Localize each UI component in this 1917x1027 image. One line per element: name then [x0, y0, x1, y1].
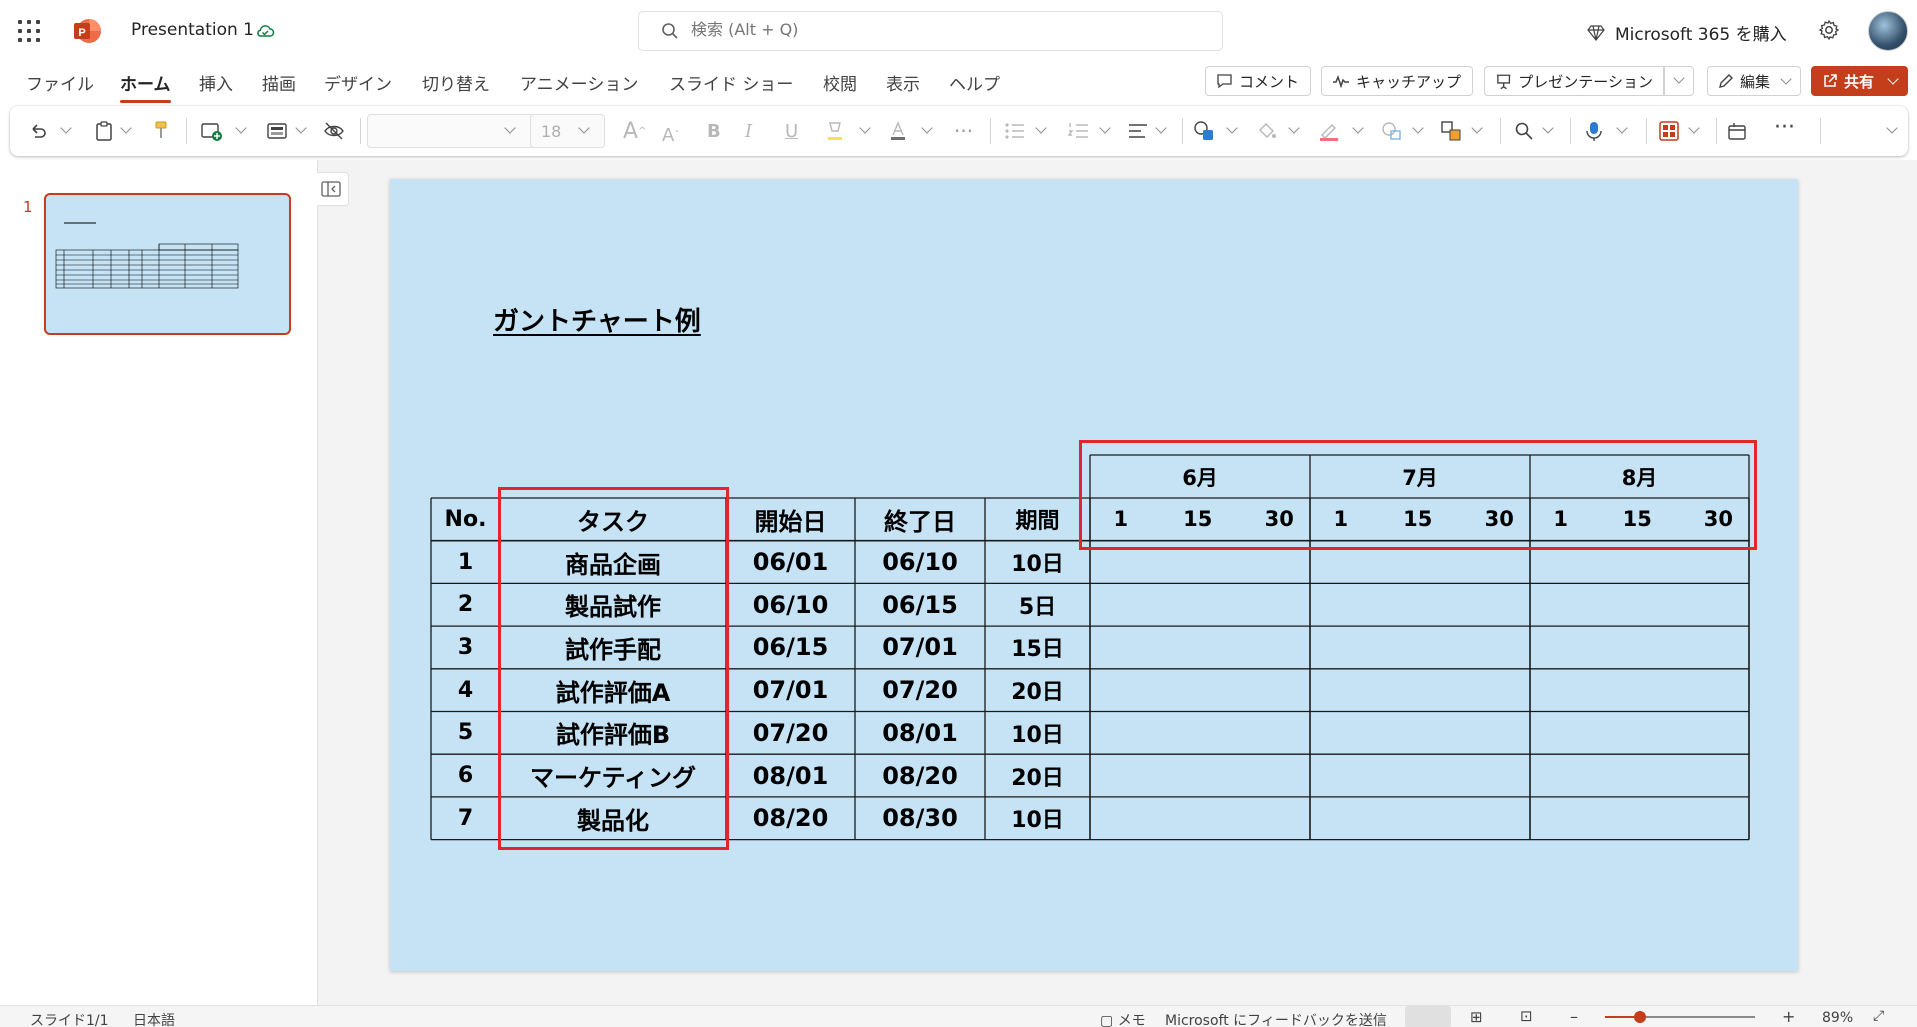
row-no-cell[interactable]: 2: [431, 583, 500, 626]
task-column-highlight-box: [498, 487, 729, 850]
header-end-date-cell[interactable]: 終了日: [855, 498, 985, 541]
notes-button[interactable]: ▢ メモ: [1100, 1010, 1146, 1027]
row-no-cell[interactable]: 1: [431, 541, 500, 584]
row-no-cell[interactable]: 5: [431, 712, 500, 755]
row-end-date-cell[interactable]: 08/20: [855, 754, 985, 797]
zoom-slider-thumb[interactable]: [1634, 1011, 1646, 1023]
row-duration-cell[interactable]: 10日: [985, 797, 1090, 840]
header-start-date-cell[interactable]: 開始日: [726, 498, 855, 541]
row-end-date-cell[interactable]: 07/01: [855, 626, 985, 669]
row-start-date-cell[interactable]: 07/01: [726, 669, 855, 712]
notes-label: メモ: [1117, 1013, 1146, 1027]
header-duration-cell[interactable]: 期間: [985, 498, 1090, 541]
row-no-cell[interactable]: 6: [431, 754, 500, 797]
row-duration-cell[interactable]: 20日: [985, 669, 1090, 712]
row-no-cell[interactable]: 4: [431, 669, 500, 712]
language-indicator[interactable]: 日本語: [133, 1010, 175, 1027]
header-no-cell[interactable]: No.: [431, 498, 500, 541]
row-start-date-cell[interactable]: 06/15: [726, 626, 855, 669]
row-end-date-cell[interactable]: 06/10: [855, 541, 985, 584]
zoom-in-icon[interactable]: +: [1782, 1007, 1795, 1026]
powerpoint-window: P Presentation 1 Microsoft 365 を購入: [0, 0, 1917, 1027]
row-start-date-cell[interactable]: 07/20: [726, 712, 855, 755]
row-duration-cell[interactable]: 10日: [985, 541, 1090, 584]
row-no-cell[interactable]: 7: [431, 797, 500, 840]
row-end-date-cell[interactable]: 07/20: [855, 669, 985, 712]
normal-view-button[interactable]: [1405, 1006, 1451, 1027]
row-start-date-cell[interactable]: 06/01: [726, 541, 855, 584]
fit-to-window-icon[interactable]: ⤢: [1873, 1008, 1884, 1024]
row-end-date-cell[interactable]: 06/15: [855, 583, 985, 626]
slide-sorter-icon[interactable]: ⊞: [1470, 1008, 1483, 1026]
row-duration-cell[interactable]: 10日: [985, 712, 1090, 755]
row-no-cell[interactable]: 3: [431, 626, 500, 669]
row-end-date-cell[interactable]: 08/01: [855, 712, 985, 755]
row-start-date-cell[interactable]: 08/20: [726, 797, 855, 840]
row-duration-cell[interactable]: 20日: [985, 754, 1090, 797]
reading-view-icon[interactable]: ⊡: [1520, 1007, 1533, 1025]
month-header-highlight-box: [1079, 440, 1757, 550]
feedback-link[interactable]: Microsoft にフィードバックを送信: [1165, 1010, 1387, 1027]
notes-icon: ▢: [1100, 1013, 1118, 1027]
zoom-level[interactable]: 89%: [1822, 1010, 1853, 1026]
row-end-date-cell[interactable]: 08/30: [855, 797, 985, 840]
slide-count: スライド1/1: [30, 1013, 109, 1027]
row-duration-cell[interactable]: 5日: [985, 583, 1090, 626]
status-bar: スライド1/1 日本語 ▢ メモ Microsoft にフィードバックを送信 ⊞…: [0, 1005, 1917, 1027]
zoom-out-icon[interactable]: –: [1570, 1007, 1578, 1026]
row-duration-cell[interactable]: 15日: [985, 626, 1090, 669]
row-start-date-cell[interactable]: 08/01: [726, 754, 855, 797]
row-start-date-cell[interactable]: 06/10: [726, 583, 855, 626]
